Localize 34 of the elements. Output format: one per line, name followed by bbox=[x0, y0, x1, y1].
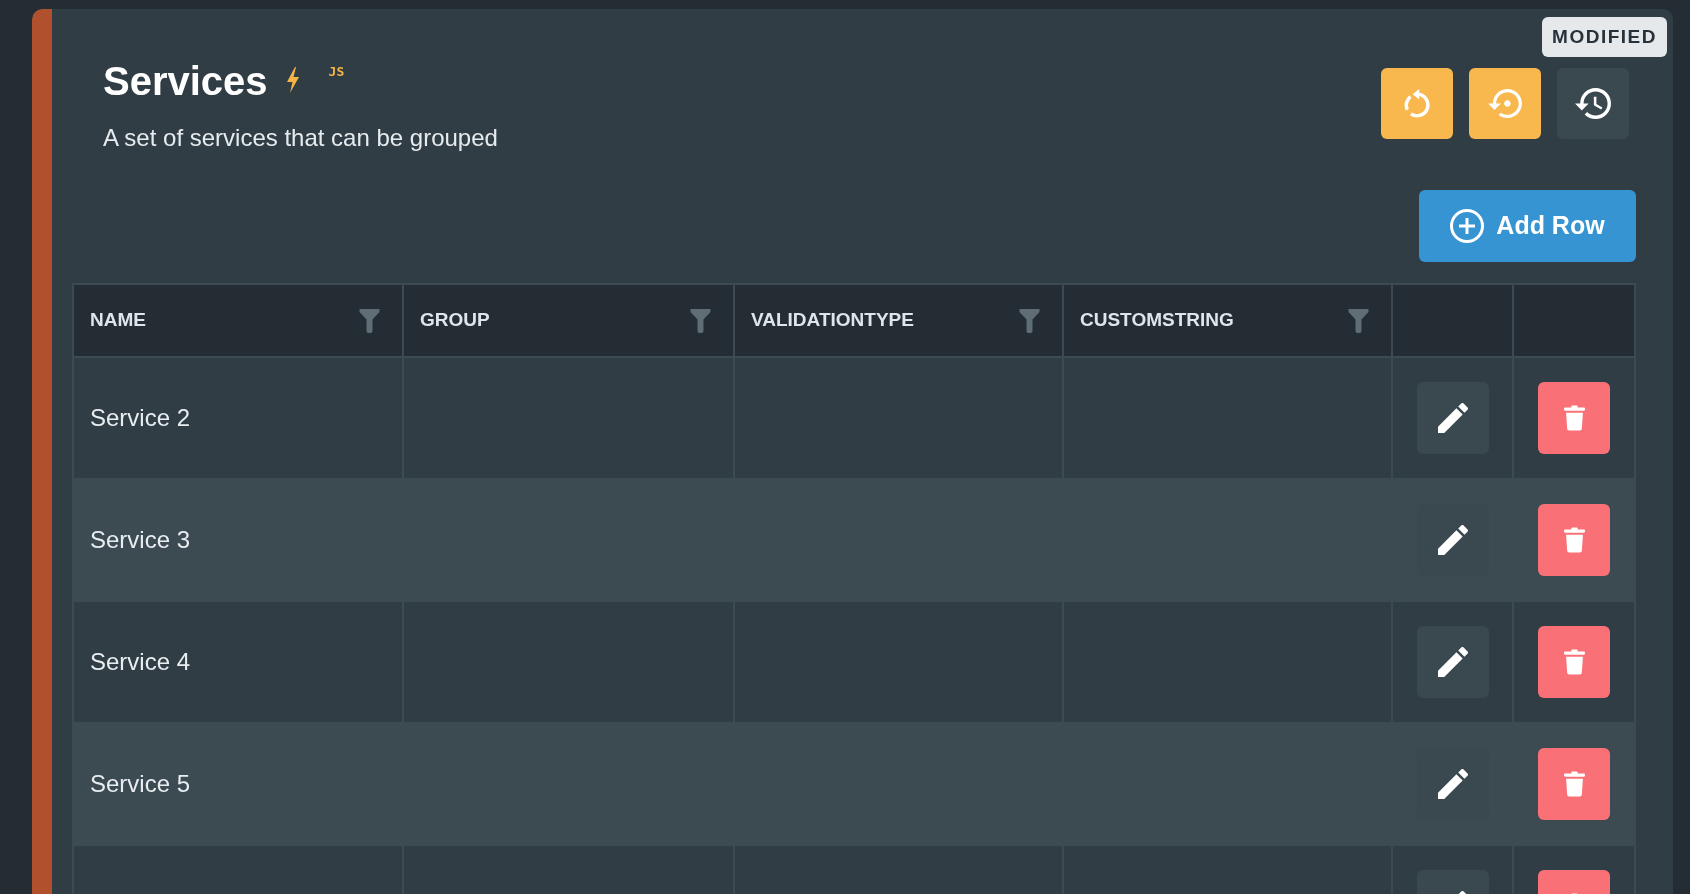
reset-button[interactable] bbox=[1469, 68, 1541, 139]
pencil-icon bbox=[1437, 525, 1468, 555]
panel-description: A set of services that can be grouped bbox=[103, 123, 498, 153]
delete-button[interactable] bbox=[1538, 748, 1610, 820]
delete-button[interactable] bbox=[1538, 382, 1610, 454]
filter-icon[interactable] bbox=[1019, 308, 1040, 333]
column-title: NAME bbox=[90, 308, 146, 333]
js-tag: JS bbox=[328, 64, 345, 80]
pencil-icon bbox=[1437, 647, 1468, 677]
lightning-icon bbox=[285, 67, 300, 93]
pencil-icon bbox=[1437, 403, 1468, 433]
refresh-button[interactable] bbox=[1381, 68, 1453, 139]
filter-icon[interactable] bbox=[1348, 308, 1369, 333]
trash-icon bbox=[1563, 771, 1585, 797]
column-title: GROUP bbox=[420, 308, 490, 333]
delete-button[interactable] bbox=[1538, 626, 1610, 698]
refresh-icon bbox=[1404, 89, 1430, 118]
trash-icon bbox=[1563, 527, 1585, 553]
add-row-button[interactable]: Add Row bbox=[1419, 190, 1636, 262]
trash-icon bbox=[1563, 405, 1585, 431]
panel-title: Services bbox=[103, 59, 268, 103]
plus-circle-icon bbox=[1450, 209, 1485, 243]
filter-icon[interactable] bbox=[359, 308, 380, 333]
modified-badge: MODIFIED bbox=[1542, 17, 1667, 57]
trash-icon bbox=[1563, 649, 1585, 675]
edit-button[interactable] bbox=[1416, 382, 1489, 454]
delete-button[interactable] bbox=[1538, 504, 1610, 576]
history-icon bbox=[1575, 88, 1611, 119]
filter-icon[interactable] bbox=[690, 308, 711, 333]
pencil-icon bbox=[1437, 769, 1468, 799]
column-title: CUSTOMSTRING bbox=[1080, 308, 1234, 333]
column-title: VALIDATIONTYPE bbox=[751, 308, 914, 333]
edit-button[interactable] bbox=[1416, 626, 1489, 698]
history-button[interactable] bbox=[1557, 68, 1629, 139]
